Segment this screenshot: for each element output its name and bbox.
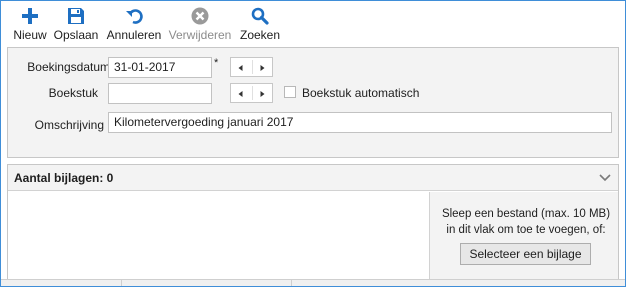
- cancel-button-label: Annuleren: [106, 28, 162, 42]
- attachments-count: Aantal bijlagen: 0: [14, 171, 114, 185]
- chevron-down-icon[interactable]: [598, 172, 612, 184]
- description-field[interactable]: Kilometervergoeding januari 2017: [108, 112, 612, 133]
- delete-circle-icon: [166, 6, 234, 28]
- booking-date-navigator: [230, 57, 273, 77]
- booking-form-panel: Boekingsdatum 31-01-2017 * Boekstuk Boek…: [7, 47, 619, 158]
- booking-date-label: Boekingsdatum: [27, 60, 110, 74]
- cancel-button[interactable]: Annuleren: [104, 4, 164, 44]
- window-frame: Nieuw Opslaan Annuleren Verwijderen Zoek…: [0, 0, 626, 287]
- required-marker: *: [214, 57, 219, 69]
- drop-zone-text: Sleep een bestand (max. 10 MB) in dit vl…: [441, 208, 611, 236]
- delete-button-label: Verwijderen: [168, 28, 232, 42]
- previous-arrow-icon[interactable]: [235, 62, 247, 74]
- attachments-panel: Aantal bijlagen: 0 Sleep een bestand (ma…: [7, 164, 619, 286]
- plus-icon: [10, 6, 50, 28]
- document-navigator: [230, 83, 273, 103]
- new-button[interactable]: Nieuw: [10, 4, 50, 44]
- grid-column-header-strip: [1, 279, 625, 286]
- attachment-drop-zone[interactable]: Sleep een bestand (max. 10 MB) in dit vl…: [429, 192, 618, 286]
- booking-date-field[interactable]: 31-01-2017: [108, 57, 212, 78]
- attachments-header[interactable]: Aantal bijlagen: 0: [8, 165, 618, 191]
- search-button[interactable]: Zoeken: [236, 4, 284, 44]
- column-divider: [121, 280, 122, 286]
- document-field[interactable]: [108, 83, 212, 104]
- floppy-disk-icon: [52, 6, 100, 28]
- magnifier-icon: [236, 6, 284, 28]
- navigator-divider: [252, 86, 253, 100]
- select-attachment-button[interactable]: Selecteer een bijlage: [460, 243, 591, 265]
- save-button[interactable]: Opslaan: [52, 4, 100, 44]
- auto-document-checkbox[interactable]: [284, 86, 296, 98]
- auto-document-label: Boekstuk automatisch: [302, 86, 420, 100]
- undo-icon: [104, 6, 164, 28]
- attachments-list: [8, 192, 429, 286]
- new-button-label: Nieuw: [13, 28, 47, 42]
- toolbar: Nieuw Opslaan Annuleren Verwijderen Zoek…: [2, 2, 624, 46]
- save-button-label: Opslaan: [53, 28, 99, 42]
- document-label: Boekstuk: [48, 86, 98, 100]
- description-label: Omschrijving: [34, 118, 104, 132]
- next-arrow-icon[interactable]: [256, 88, 268, 100]
- delete-button[interactable]: Verwijderen: [166, 4, 234, 44]
- search-button-label: Zoeken: [239, 28, 281, 42]
- next-arrow-icon[interactable]: [256, 62, 268, 74]
- previous-arrow-icon[interactable]: [235, 88, 247, 100]
- navigator-divider: [252, 60, 253, 74]
- column-divider: [291, 280, 292, 286]
